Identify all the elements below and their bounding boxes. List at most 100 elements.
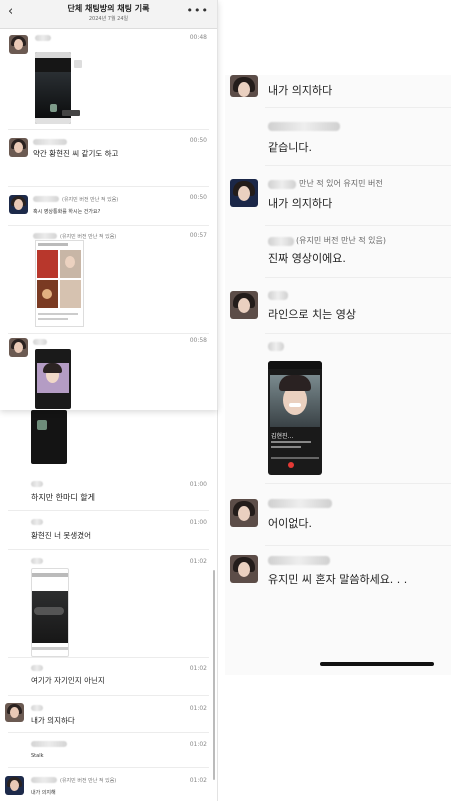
chat-message: (유지민 버전 만난 적 있음) 진짜 영상이에요. (225, 233, 451, 283)
chat-message: 같습니다. (225, 115, 451, 165)
sender-name-blurred (31, 558, 43, 564)
message-text: 황현진 너 못생겼어 (31, 531, 91, 540)
message-text: 진짜 영상이에요. (268, 252, 346, 265)
chat-history-panel-right: 내가 의지하다 같습니다. 만난 적 있어 유지민 버전 내가 의지하다 (유지… (225, 75, 451, 675)
avatar[interactable] (9, 338, 28, 357)
message-text: 라인으로 치는 영상 (268, 308, 356, 321)
message-text: 혹시 영상통화를 하시는 건가요? (33, 209, 101, 215)
avatar[interactable] (230, 499, 258, 527)
divider (8, 510, 209, 511)
video-thumbnail[interactable] (35, 349, 71, 409)
sender-note: 만난 적 있어 유지민 버전 (299, 179, 383, 188)
chat-message: 01:00 황현진 너 못생겼어 (0, 514, 217, 550)
more-horizontal-icon[interactable]: ••• (187, 4, 209, 17)
avatar[interactable] (5, 776, 24, 795)
divider (265, 225, 451, 226)
screenshot-image[interactable] (31, 410, 67, 464)
message-text: 여기가 자기인지 아닌지 (31, 676, 105, 685)
chat-message: 00:48 (0, 30, 217, 130)
avatar[interactable] (230, 291, 258, 319)
divider (265, 333, 451, 334)
sender-name-blurred (268, 180, 296, 189)
message-time: 00:58 (189, 337, 207, 344)
message-time: 01:02 (189, 705, 207, 712)
divider (8, 695, 209, 696)
avatar[interactable] (230, 555, 258, 583)
sender-name-blurred (35, 35, 51, 41)
sender-name-blurred (268, 556, 330, 565)
sender-name-blurred (268, 342, 284, 351)
divider (265, 165, 451, 166)
message-text: Stalk (31, 753, 44, 759)
sender-name-blurred (31, 777, 57, 783)
sender-name-blurred (268, 499, 332, 508)
chat-message: 내가 의지하다 (225, 75, 451, 105)
avatar[interactable] (9, 195, 28, 214)
thumbnail-small (62, 110, 80, 116)
chat-message: 라인으로 치는 영상 (225, 287, 451, 335)
divider (8, 186, 209, 187)
divider (265, 483, 451, 484)
sender-name-blurred (268, 291, 288, 300)
chat-message: 01:02 내가 의지하다 (0, 700, 217, 736)
chat-message: 만난 적 있어 유지민 버전 내가 의지하다 (225, 175, 451, 225)
video-caption: 김현진... (271, 433, 294, 440)
chat-message: 유지민 씨 혼자 말씀하세요. . . (225, 551, 451, 601)
chat-history-panel-bottom: 01:00 하지만 한마디 할게 01:00 황현진 너 못생겼어 01:02 … (0, 410, 218, 801)
chat-message: 어이없다. (225, 493, 451, 543)
message-time: 01:02 (189, 665, 207, 672)
avatar[interactable] (9, 138, 28, 157)
chat-message: (유지민 버전 만난 적 있음) 01:02 내가 의지해 (0, 772, 217, 801)
sender-note: (유지민 버전 만난 적 있음) (296, 236, 387, 245)
chat-message: 00:58 (0, 336, 217, 410)
chat-message: (유지민 버전 만난 적 있음) 00:57 (0, 228, 217, 333)
screenshot-image[interactable] (31, 568, 69, 657)
avatar[interactable] (230, 179, 258, 207)
divider (8, 549, 209, 550)
message-time: 01:00 (189, 519, 207, 526)
divider (8, 732, 209, 733)
divider (8, 129, 209, 130)
chat-message: (유지민 버전 만난 적 있음) 00:50 혹시 영상통화를 하시는 건가요? (0, 189, 217, 225)
message-text: 유지민 씨 혼자 말씀하세요. . . (268, 573, 408, 586)
chat-message: 김현진... (225, 339, 451, 479)
chat-history-panel-top: ‹ 단체 채팅방의 채팅 기록 2024년 7월 24일 ••• 00:48 0… (0, 0, 218, 410)
sender-name-blurred (33, 339, 47, 345)
sender-name-blurred (31, 519, 43, 525)
sender-name-blurred (31, 741, 67, 747)
chat-message: 01:02 (0, 553, 217, 657)
message-text: 내가 의지하다 (31, 716, 75, 725)
message-time: 01:02 (189, 777, 207, 784)
message-text: 하지만 한마디 할게 (31, 493, 95, 502)
chat-date: 2024년 7월 24일 (88, 16, 129, 22)
message-time: 01:02 (189, 741, 207, 748)
message-text: 같습니다. (268, 141, 312, 154)
message-time: 01:02 (189, 558, 207, 565)
sender-note: (유지민 버전 만난 적 있음) (60, 778, 117, 784)
sender-name-blurred (31, 481, 43, 487)
sender-name-blurred (31, 705, 43, 711)
chat-header: ‹ 단체 채팅방의 채팅 기록 2024년 7월 24일 ••• (0, 0, 217, 29)
avatar[interactable] (9, 35, 28, 54)
scrollbar[interactable] (213, 570, 215, 780)
message-time: 00:57 (189, 232, 207, 239)
avatar[interactable] (230, 75, 258, 97)
avatar[interactable] (5, 703, 24, 722)
thumbnail-small (74, 60, 82, 68)
chat-message: 01:02 여기가 자기인지 아닌지 (0, 660, 217, 696)
page-title: 단체 채팅방의 채팅 기록 (67, 4, 150, 13)
divider (8, 767, 209, 768)
sender-name-blurred (33, 139, 67, 145)
sender-name-blurred (33, 196, 59, 202)
sender-name-blurred (268, 122, 340, 131)
message-text: 약간 황현진 씨 같기도 하고 (33, 149, 119, 158)
video-thumbnail[interactable]: 김현진... (268, 361, 322, 475)
message-time: 00:48 (189, 34, 207, 41)
message-text: 내가 의지해 (31, 790, 56, 796)
collage-image[interactable] (35, 240, 84, 327)
message-text: 어이없다. (268, 517, 312, 530)
chat-message: 00:50 약간 황현진 씨 같기도 하고 (0, 132, 217, 182)
sender-note: (유지민 버전 만난 적 있음) (62, 197, 119, 203)
home-indicator[interactable] (320, 662, 434, 666)
chat-message: 01:02 Stalk (0, 736, 217, 766)
